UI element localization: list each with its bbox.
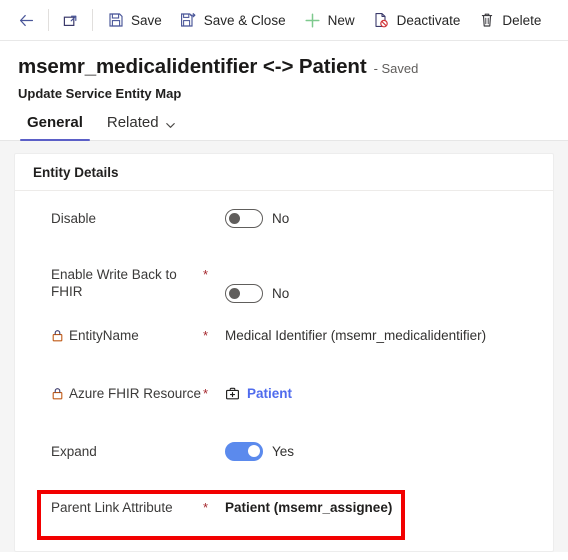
field-row-entityname: EntityName * Medical Identifier (msemr_m… [15, 324, 553, 360]
toolbar-divider-1 [48, 9, 49, 31]
toggle-expand[interactable] [225, 441, 263, 461]
save-icon [107, 12, 124, 29]
required-indicator-azure-fhir-resource: * [203, 386, 209, 401]
field-label-entityname-text: EntityName [69, 328, 139, 343]
field-row-azure-fhir-resource: Azure FHIR Resource * Patient [15, 382, 553, 418]
field-label-expand: Expand [51, 440, 203, 460]
delete-button-label: Delete [502, 12, 542, 28]
toggle-disable-state: No [272, 210, 290, 226]
toggle-enable-write-back-to-fhir[interactable] [225, 283, 263, 303]
chevron-down-icon [165, 118, 175, 128]
toggle-enable-write-back-to-fhir-state: No [272, 285, 290, 301]
field-label-parent-link-attribute: Parent Link Attribute [51, 496, 203, 516]
required-indicator-enable-write-back-to-fhir: * [203, 267, 209, 282]
field-row-enable-write-back-to-fhir: Enable Write Back to FHIR * No [15, 263, 553, 304]
form-body: Entity Details Disable No Enable Write B… [0, 141, 568, 552]
field-row-parent-link-attribute: Parent Link Attribute * Patient (msemr_a… [15, 496, 553, 532]
field-label-disable-text: Disable [51, 211, 97, 226]
field-label-disable: Disable [51, 207, 203, 227]
field-label-enable-write-back-to-fhir-text: Enable Write Back to FHIR [51, 267, 177, 299]
medical-bag-icon [225, 386, 240, 401]
field-row-expand: Expand Yes [15, 440, 553, 476]
section-header: Entity Details [15, 154, 553, 191]
deactivate-icon [373, 12, 390, 29]
save-and-close-button-label: Save & Close [203, 12, 286, 28]
tab-general[interactable]: General [18, 114, 92, 141]
new-button-label: New [327, 12, 355, 28]
field-label-enable-write-back-to-fhir: Enable Write Back to FHIR [51, 263, 203, 300]
field-row-disable: Disable No [15, 207, 553, 243]
entity-details-card: Entity Details Disable No Enable Write B… [14, 153, 554, 552]
trash-icon [478, 12, 495, 29]
tab-strip: General Related [0, 101, 568, 141]
record-subtitle: Update Service Entity Map [18, 86, 182, 101]
field-value-expand: Yes [225, 440, 294, 462]
required-indicator-entityname: * [203, 328, 209, 343]
command-bar: Save Save & Close New Deactivate Delete [0, 0, 568, 41]
field-label-azure-fhir-resource: Azure FHIR Resource [51, 382, 203, 402]
field-value-azure-fhir-resource: Patient [225, 382, 292, 404]
save-button[interactable]: Save [98, 5, 171, 35]
title-line: msemr_medicalidentifier <-> Patient - Sa… [18, 55, 568, 79]
popout-icon [62, 12, 79, 29]
delete-button[interactable]: Delete [469, 5, 550, 35]
lock-icon [51, 329, 64, 342]
required-indicator-disable [203, 207, 225, 210]
field-label-entityname: EntityName [51, 324, 203, 344]
deactivate-button[interactable]: Deactivate [364, 5, 470, 35]
field-value-disable: No [225, 207, 289, 229]
tab-related[interactable]: Related [98, 114, 184, 140]
field-value-entityname: Medical Identifier (msemr_medicalidentif… [225, 324, 486, 346]
page-title: msemr_medicalidentifier <-> Patient [18, 55, 367, 78]
back-button[interactable] [10, 5, 43, 35]
plus-icon [304, 12, 321, 29]
field-value-parent-link-attribute: Patient (msemr_assignee) [225, 496, 392, 518]
deactivate-button-label: Deactivate [396, 12, 461, 28]
save-status-text: - Saved [373, 61, 419, 76]
parent-link-attribute-value: Patient (msemr_assignee) [225, 499, 393, 515]
required-indicator-expand [203, 440, 225, 443]
field-value-enable-write-back-to-fhir: No [225, 263, 289, 304]
entityname-value: Medical Identifier (msemr_medicalidentif… [225, 327, 487, 343]
field-label-expand-text: Expand [51, 444, 97, 459]
save-and-close-icon [180, 12, 197, 29]
toggle-disable[interactable] [225, 208, 263, 228]
popout-button[interactable] [54, 5, 87, 35]
tab-general-label: General [27, 114, 83, 131]
record-header: msemr_medicalidentifier <-> Patient - Sa… [0, 41, 568, 101]
back-arrow-icon [18, 12, 35, 29]
toggle-expand-state: Yes [272, 443, 295, 459]
new-button[interactable]: New [295, 5, 364, 35]
tab-related-label: Related [106, 114, 159, 131]
field-label-parent-link-attribute-text: Parent Link Attribute [51, 500, 173, 515]
save-button-label: Save [131, 12, 162, 28]
lock-icon [51, 387, 64, 400]
field-label-azure-fhir-resource-text: Azure FHIR Resource [69, 386, 202, 401]
field-list: Disable No Enable Write Back to FHIR * N… [15, 191, 553, 532]
toolbar-divider-2 [92, 9, 93, 31]
required-indicator-parent-link-attribute: * [203, 500, 209, 515]
save-and-close-button[interactable]: Save & Close [171, 5, 295, 35]
azure-fhir-resource-value-link[interactable]: Patient [247, 386, 292, 401]
